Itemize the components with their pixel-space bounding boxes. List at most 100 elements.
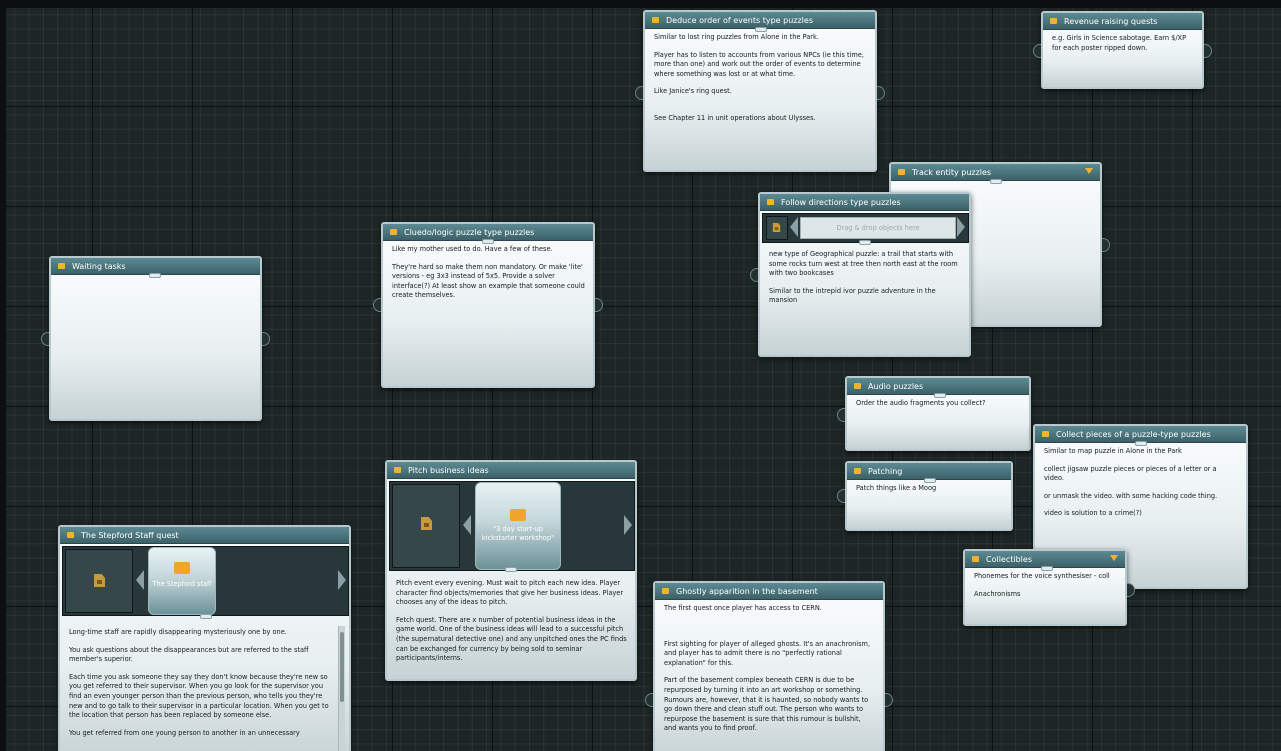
resize-handle[interactable] bbox=[149, 273, 161, 278]
carousel-prev-icon[interactable] bbox=[463, 515, 471, 535]
card-type-icon bbox=[854, 468, 861, 474]
card-header[interactable]: Follow directions type puzzles bbox=[760, 194, 969, 211]
object-carousel[interactable]: "3 day start-up kickstarter workshop" bbox=[389, 481, 635, 571]
card-header[interactable]: The Stepford Staff quest bbox=[60, 527, 349, 544]
collapse-icon[interactable] bbox=[1085, 168, 1093, 174]
selected-quest-label: The Stepford staff bbox=[152, 580, 212, 588]
note-paragraph: The first quest once player has access t… bbox=[664, 604, 822, 612]
card-stepford-staff-quest[interactable]: The Stepford Staff quest The Stepford st… bbox=[58, 525, 351, 751]
output-port[interactable] bbox=[595, 298, 603, 312]
card-follow-directions[interactable]: Follow directions type puzzles Drag & dr… bbox=[750, 192, 971, 357]
card-type-icon bbox=[67, 532, 74, 538]
carousel-thumb[interactable] bbox=[392, 484, 460, 568]
note-paragraph: Fetch quest. There are x number of poten… bbox=[396, 615, 627, 663]
input-port[interactable] bbox=[1033, 44, 1041, 58]
card-header[interactable]: Pitch business ideas bbox=[387, 462, 635, 479]
resize-handle[interactable] bbox=[1135, 441, 1147, 446]
card-collectibles[interactable]: Collectibles Phonemes for the voice synt… bbox=[963, 549, 1135, 626]
card-pitch-business-ideas[interactable]: Pitch business ideas "3 day start-up kic… bbox=[385, 460, 637, 681]
card-type-icon bbox=[854, 383, 861, 389]
resize-handle[interactable] bbox=[924, 478, 936, 483]
output-port[interactable] bbox=[885, 693, 893, 707]
carousel-next-icon[interactable] bbox=[624, 515, 632, 535]
drop-zone[interactable]: Drag & drop objects here bbox=[800, 217, 956, 239]
output-port[interactable] bbox=[1204, 44, 1212, 58]
window-left-edge bbox=[0, 0, 6, 751]
card-title: Deduce order of events type puzzles bbox=[666, 15, 813, 25]
note-paragraph: or unmask the video. with some hacking c… bbox=[1044, 491, 1218, 500]
card-type-icon bbox=[662, 588, 669, 594]
output-port[interactable] bbox=[262, 332, 270, 346]
card-type-icon bbox=[1042, 431, 1049, 437]
card-header[interactable]: Ghostly apparition in the basement bbox=[655, 583, 883, 600]
note-paragraph: Similar to the intrepid ivor puzzle adve… bbox=[769, 286, 936, 305]
input-port[interactable] bbox=[837, 408, 845, 422]
resize-handle[interactable] bbox=[755, 27, 767, 32]
carousel-prev-icon[interactable] bbox=[136, 570, 144, 590]
card-ghostly-apparition[interactable]: Ghostly apparition in the basement The f… bbox=[645, 581, 893, 751]
quest-icon bbox=[174, 562, 190, 574]
idea-icon bbox=[510, 509, 526, 521]
card-waiting-tasks[interactable]: Waiting tasks bbox=[41, 256, 270, 421]
card-title: Audio puzzles bbox=[868, 381, 924, 391]
card-body: The Stepford staff Long-time staff are r… bbox=[60, 544, 349, 751]
card-title: Cluedo/logic puzzle type puzzles bbox=[404, 227, 535, 237]
card-notes[interactable]: new type of Geographical puzzle: a trail… bbox=[760, 246, 969, 314]
scrollbar-thumb[interactable] bbox=[340, 632, 344, 702]
object-carousel[interactable]: Drag & drop objects here bbox=[762, 213, 969, 243]
card-notes[interactable]: Long-time staff are rapidly disappearing… bbox=[60, 624, 339, 746]
resize-handle[interactable] bbox=[505, 567, 517, 572]
note-paragraph: Part of the basement complex beneath CER… bbox=[664, 676, 869, 733]
carousel-thumb[interactable] bbox=[766, 216, 788, 240]
selected-quest-card[interactable]: The Stepford staff bbox=[148, 547, 216, 615]
card-notes[interactable]: e.g. Girls in Science sabotage. Earn $/X… bbox=[1043, 30, 1202, 53]
card-notes[interactable]: Phonemes for the voice synthesiser - col… bbox=[965, 568, 1125, 599]
card-revenue-quests[interactable]: Revenue raising quests e.g. Girls in Sci… bbox=[1033, 11, 1212, 89]
resize-handle[interactable] bbox=[1041, 566, 1053, 571]
card-deduce-order[interactable]: Deduce order of events type puzzles Simi… bbox=[635, 10, 885, 172]
card-patching[interactable]: Patching Patch things like a Moog bbox=[837, 461, 1013, 531]
card-title: Patching bbox=[868, 466, 903, 476]
output-port[interactable] bbox=[877, 86, 885, 100]
card-notes[interactable]: Similar to lost ring puzzles from Alone … bbox=[645, 29, 875, 124]
collapse-icon[interactable] bbox=[1110, 555, 1118, 561]
resize-handle[interactable] bbox=[990, 179, 1002, 184]
card-title: Pitch business ideas bbox=[408, 465, 489, 475]
input-port[interactable] bbox=[373, 298, 381, 312]
resize-handle[interactable] bbox=[934, 393, 946, 398]
resize-handle[interactable] bbox=[482, 239, 494, 244]
object-carousel[interactable]: The Stepford staff bbox=[62, 546, 349, 616]
card-notes[interactable]: Similar to map puzzle in Alone in the Pa… bbox=[1035, 443, 1246, 519]
document-icon bbox=[94, 574, 105, 587]
input-port[interactable] bbox=[837, 489, 845, 503]
card-body: Like my mother used to do. Have a few of… bbox=[383, 241, 593, 386]
card-cluedo-puzzles[interactable]: Cluedo/logic puzzle type puzzles Like my… bbox=[373, 222, 603, 388]
output-port[interactable] bbox=[1127, 583, 1135, 597]
card-body: Phonemes for the voice synthesiser - col… bbox=[965, 568, 1125, 624]
note-paragraph: You get referred from one young person t… bbox=[69, 728, 300, 737]
notes-scrollbar[interactable] bbox=[338, 626, 345, 751]
card-body: Similar to lost ring puzzles from Alone … bbox=[645, 29, 875, 170]
resize-handle[interactable] bbox=[200, 614, 212, 619]
card-header[interactable]: Revenue raising quests bbox=[1043, 13, 1202, 30]
output-port[interactable] bbox=[1102, 238, 1110, 252]
input-port[interactable] bbox=[41, 332, 49, 346]
card-type-icon bbox=[898, 169, 905, 175]
carousel-next-icon[interactable] bbox=[957, 217, 965, 237]
card-notes[interactable]: The first quest once player has access t… bbox=[655, 600, 883, 734]
input-port[interactable] bbox=[750, 268, 758, 282]
input-port[interactable] bbox=[645, 693, 653, 707]
card-body: Drag & drop objects here new type of Geo… bbox=[760, 211, 969, 355]
carousel-next-icon[interactable] bbox=[338, 570, 346, 590]
resize-handle[interactable] bbox=[859, 240, 871, 245]
input-port[interactable] bbox=[635, 86, 643, 100]
carousel-prev-icon[interactable] bbox=[790, 217, 798, 237]
carousel-thumb[interactable] bbox=[65, 549, 133, 613]
card-audio-puzzles[interactable]: Audio puzzles Order the audio fragments … bbox=[837, 376, 1031, 451]
card-notes[interactable]: Pitch event every evening. Must wait to … bbox=[387, 575, 635, 672]
note-paragraph: Pitch event every evening. Must wait to … bbox=[396, 579, 624, 607]
card-notes[interactable]: Like my mother used to do. Have a few of… bbox=[383, 241, 593, 301]
card-title: Track entity puzzles bbox=[912, 167, 992, 177]
card-type-icon bbox=[58, 263, 65, 269]
selected-idea-card[interactable]: "3 day start-up kickstarter workshop" bbox=[475, 482, 561, 570]
